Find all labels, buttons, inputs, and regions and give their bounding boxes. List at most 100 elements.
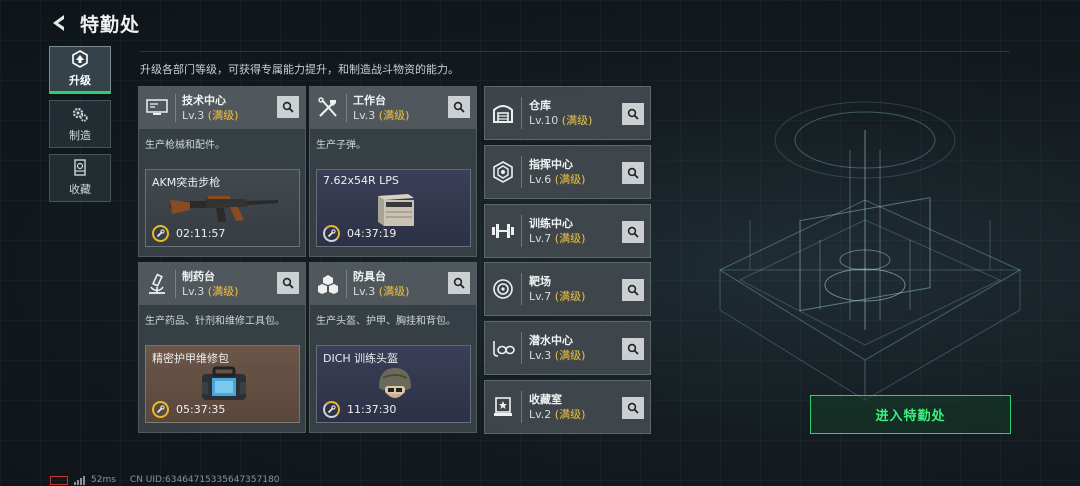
maxed-badge: (满级) — [207, 284, 239, 298]
workshop-card-pharmacy[interactable]: 制药台 Lv.3 (满级) 生产药品、针剂和维修工具包。 精密护甲维修包 05:… — [138, 262, 306, 433]
card-header: 技术中心 Lv.3 (满级) — [139, 87, 305, 129]
production-slot[interactable]: DICH 训练头盔 11:37:30 — [316, 345, 471, 423]
side-nav: 升级 制造 收藏 — [49, 46, 111, 208]
tab-manufacture[interactable]: 制造 — [49, 100, 111, 148]
level-value: Lv.3 — [182, 284, 205, 298]
production-timer: 11:37:30 — [323, 401, 396, 418]
helmet-icon — [337, 364, 452, 404]
back-button[interactable] — [48, 12, 70, 34]
tab-collection[interactable]: 收藏 — [49, 154, 111, 202]
player-uid: CN UID:6346471533564735718​0 — [129, 475, 280, 485]
tools-icon — [310, 87, 346, 129]
workshop-description: 生产药品、针剂和维修工具包。 — [145, 316, 285, 327]
facility-command-center[interactable]: 指挥中心 Lv.6 (满级) — [484, 145, 651, 199]
enter-special-ops-button[interactable]: 进入特勤处 — [810, 395, 1011, 434]
tab-label: 制造 — [69, 129, 91, 142]
facility-training-center[interactable]: 训练中心 Lv.7 (满级) — [484, 204, 651, 258]
battery-icon — [50, 475, 68, 485]
level-value: Lv.3 — [182, 108, 205, 122]
facility-separator — [521, 156, 522, 188]
rifle-icon — [166, 188, 281, 228]
maxed-badge: (满级) — [554, 407, 586, 421]
production-timer: 04:37:19 — [323, 225, 396, 242]
workshop-name: 技术中心 — [182, 93, 226, 107]
facility-separator — [521, 273, 522, 305]
workshop-level: Lv.3 (满级) — [353, 285, 409, 299]
magnifier-icon — [627, 402, 639, 414]
facility-separator — [521, 391, 522, 423]
facility-separator — [521, 215, 522, 247]
detail-button[interactable] — [622, 221, 644, 243]
detail-button[interactable] — [277, 96, 299, 118]
card-header: 防具台 Lv.3 (满级) — [310, 263, 476, 305]
maxed-badge: (满级) — [554, 172, 586, 186]
microscope-icon — [139, 263, 175, 305]
production-slot[interactable]: 7.62x54R LPS 04:37:19 — [316, 169, 471, 247]
maxed-badge: (满级) — [554, 289, 586, 303]
workshop-description: 生产子弹。 — [316, 140, 366, 151]
card-header: 工作台 Lv.3 (满级) — [310, 87, 476, 129]
workshop-level: Lv.3 (满级) — [182, 285, 238, 299]
workshop-name: 防具台 — [353, 269, 386, 283]
facility-name: 靶场 — [529, 274, 551, 288]
magnifier-icon — [627, 167, 639, 179]
detail-button[interactable] — [622, 338, 644, 360]
production-slot[interactable]: AKM突击步枪 02:11:57 — [145, 169, 300, 247]
tab-label: 收藏 — [69, 183, 91, 196]
production-slot[interactable]: 精密护甲维修包 05:37:35 — [145, 345, 300, 423]
level-value: Lv.3 — [353, 284, 376, 298]
maxed-badge: (满级) — [378, 284, 410, 298]
magnifier-icon — [627, 343, 639, 355]
maxed-badge: (满级) — [554, 231, 586, 245]
level-value: Lv.3 — [353, 108, 376, 122]
detail-button[interactable] — [622, 162, 644, 184]
maxed-badge: (满级) — [207, 108, 239, 122]
workshop-card-tech-center[interactable]: 技术中心 Lv.3 (满级) 生产枪械和配件。 AKM突击步枪 02:11:57 — [138, 86, 306, 257]
workshop-name: 工作台 — [353, 93, 386, 107]
facility-level: Lv.3 (满级) — [529, 349, 585, 363]
dumbbell-icon — [485, 204, 521, 258]
production-timer: 05:37:35 — [152, 401, 225, 418]
detail-button[interactable] — [448, 96, 470, 118]
workshop-name: 制药台 — [182, 269, 215, 283]
timer-text: 04:37:19 — [347, 227, 397, 240]
facility-name: 训练中心 — [529, 216, 573, 230]
tab-upgrade[interactable]: 升级 — [49, 46, 111, 94]
gears-icon — [72, 107, 88, 122]
detail-button[interactable] — [448, 272, 470, 294]
magnifier-icon — [282, 101, 294, 113]
level-value: Lv.2 — [529, 407, 552, 421]
detail-button[interactable] — [277, 272, 299, 294]
warehouse-icon — [485, 86, 521, 140]
product-name: 7.62x54R LPS — [323, 174, 399, 187]
magnifier-icon — [627, 226, 639, 238]
level-value: Lv.6 — [529, 172, 552, 186]
facility-level: Lv.2 (满级) — [529, 408, 585, 422]
level-value: Lv.7 — [529, 289, 552, 303]
facility-separator — [521, 97, 522, 129]
card-separator — [175, 94, 176, 122]
workshop-card-workbench[interactable]: 工作台 Lv.3 (满级) 生产子弹。 7.62x54R LPS 04:37:1… — [309, 86, 477, 257]
wrench-timer-icon — [152, 401, 169, 418]
facility-name: 指挥中心 — [529, 157, 573, 171]
facility-level: Lv.7 (满级) — [529, 232, 585, 246]
facility-diving-center[interactable]: 潜水中心 Lv.3 (满级) — [484, 321, 651, 375]
workshop-card-armor-bench[interactable]: 防具台 Lv.3 (满级) 生产头盔、护甲、胸挂和背包。 DICH 训练头盔 1… — [309, 262, 477, 433]
facility-collection-room[interactable]: 收藏室 Lv.2 (满级) — [484, 380, 651, 434]
facility-separator — [521, 332, 522, 364]
detail-button[interactable] — [622, 279, 644, 301]
maxed-badge: (满级) — [554, 348, 586, 362]
facility-shooting-range[interactable]: 靶场 Lv.7 (满级) — [484, 262, 651, 316]
maxed-badge: (满级) — [378, 108, 410, 122]
wrench-timer-icon — [323, 401, 340, 418]
back-arrow-icon — [53, 15, 64, 31]
detail-button[interactable] — [622, 103, 644, 125]
workshop-description: 生产头盔、护甲、胸挂和背包。 — [316, 316, 456, 327]
facility-warehouse[interactable]: 仓库 Lv.10 (满级) — [484, 86, 651, 140]
detail-button[interactable] — [622, 397, 644, 419]
card-separator — [346, 270, 347, 298]
status-bar: 52ms CN UID:6346471533564735718​0 — [50, 474, 280, 486]
wrench-timer-icon — [323, 225, 340, 242]
diving-mask-icon — [485, 321, 521, 375]
magnifier-icon — [627, 284, 639, 296]
